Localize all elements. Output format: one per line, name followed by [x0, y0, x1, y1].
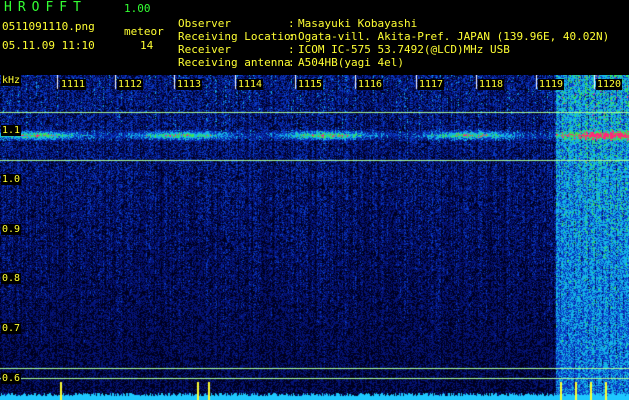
- capture-datetime: 05.11.09 11:10: [2, 39, 95, 52]
- y-tick-label: 0.8: [1, 273, 22, 284]
- time-label: 1114: [237, 79, 264, 90]
- app-logo: HROFFT: [4, 0, 87, 15]
- y-tick-label: 0.9: [1, 224, 22, 235]
- y-tick-label: 0.6: [1, 373, 22, 384]
- spectrogram-display: [0, 75, 629, 400]
- file-name: 0511091110.png: [2, 20, 95, 33]
- time-label: 1119: [538, 79, 565, 90]
- info-key: Receiving antenna: [178, 56, 291, 69]
- time-label: 1115: [297, 79, 324, 90]
- meteor-count: 14: [140, 39, 154, 52]
- info-separator: :: [288, 17, 295, 30]
- time-label: 1113: [176, 79, 203, 90]
- time-label: 1111: [60, 79, 87, 90]
- y-tick-label: 0.7: [1, 323, 22, 334]
- y-tick-label: 1.0: [1, 174, 22, 185]
- y-unit-label: kHz: [1, 75, 22, 86]
- info-value: ICOM IC-575 53.7492(@LCD)MHz USB: [298, 43, 510, 56]
- y-tick-label: 1.1: [1, 125, 22, 136]
- info-separator: :: [288, 56, 295, 69]
- time-label: 1118: [478, 79, 505, 90]
- info-antenna: Receiving antenna: A504HB(yagi 4el): [178, 43, 404, 69]
- info-value: A504HB(yagi 4el): [298, 56, 404, 69]
- time-label: 1116: [357, 79, 384, 90]
- time-label: 1112: [117, 79, 144, 90]
- info-separator: :: [288, 43, 295, 56]
- info-observer: Observer: Masayuki Kobayashi: [178, 4, 417, 30]
- app-version: 1.00: [124, 2, 151, 15]
- info-separator: :: [288, 30, 295, 43]
- info-value: Masayuki Kobayashi: [298, 17, 418, 30]
- time-label: 1120: [596, 79, 623, 90]
- hrofft-window: HROFFT 1.00 0511091110.png 05.11.09 11:1…: [0, 0, 629, 400]
- info-location: Receiving Location: Ogata-vill. Akita-Pre…: [178, 17, 609, 43]
- time-label: 1117: [418, 79, 445, 90]
- info-value: Ogata-vill. Akita-Pref. JAPAN (139.96E, …: [298, 30, 610, 43]
- mode-label: meteor: [124, 25, 164, 38]
- info-receiver: Receiver: ICOM IC-575 53.7492(@LCD)MHz US…: [178, 30, 510, 56]
